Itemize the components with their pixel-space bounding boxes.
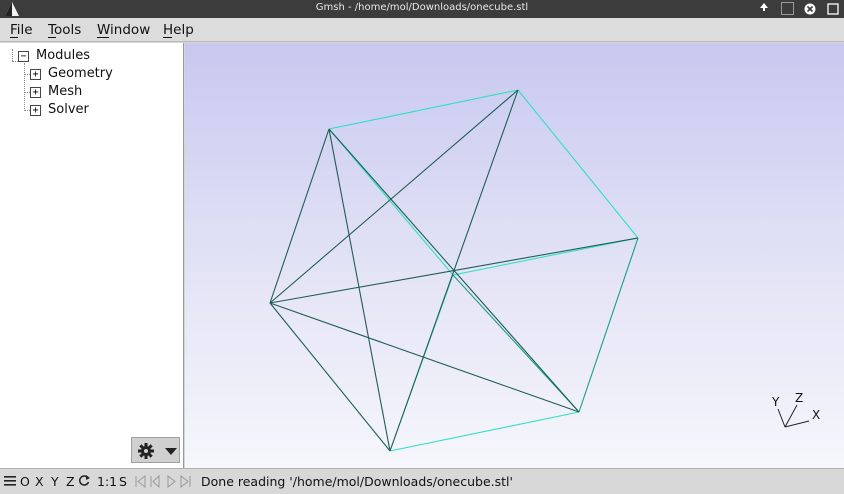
scale-button[interactable]: 1:1 [97,474,117,489]
cube-wireframe[interactable]: Y Z X [185,43,844,468]
tree-expand-toggle[interactable]: + [30,105,41,116]
view-o-button[interactable]: O [20,474,30,489]
rotate-icon[interactable] [78,474,91,487]
hamburger-icon[interactable] [4,475,16,487]
title-bar: Gmsh - /home/mol/Downloads/onecube.stl [0,0,844,18]
tree-item-mesh[interactable]: Mesh [48,84,82,99]
cube-edge [269,302,391,452]
axis-label-z: Z [795,391,803,405]
accelerator-underline [97,37,109,38]
window-title: Gmsh - /home/mol/Downloads/onecube.stl [315,2,529,13]
status-message: Done reading '/home/mol/Downloads/onecub… [201,474,513,489]
restore-icon[interactable] [781,2,794,15]
module-tree: − Modules + Geometry + Mesh + Solver [0,43,184,468]
accelerator-underline [163,37,172,38]
accelerator-underline [10,37,18,38]
close-icon[interactable] [801,1,819,17]
graphics-viewport[interactable]: Y Z X [185,43,844,468]
tree-connector [24,63,25,111]
cube-edge [517,89,639,239]
cube-edge [328,128,454,276]
menu-bar: File Tools Window Help [0,18,844,42]
menu-help[interactable]: Help [163,22,194,38]
view-y-button[interactable]: Y [51,474,59,489]
tree-item-solver[interactable]: Solver [48,102,89,117]
cube-edge [328,128,391,452]
cube-edge [389,89,519,452]
cube-edge [578,237,639,413]
gear-icon [138,443,177,459]
maximize-icon[interactable] [824,1,842,17]
snapshot-s-button[interactable]: S [119,474,127,489]
play-icon [167,475,176,488]
tree-item-geometry[interactable]: Geometry [48,66,113,81]
options-menu-button[interactable] [131,437,180,463]
cube-edge [269,302,580,413]
status-bar: O X Y Z 1:1 S Done reading '/home/mol/Do… [0,468,844,494]
triangle-down-icon [165,448,177,455]
menu-file[interactable]: File [10,22,33,38]
axis-label-x: X [812,408,820,422]
tree-expand-toggle[interactable]: + [30,69,41,80]
cube-edge [328,89,519,130]
tree-collapse-toggle[interactable]: − [18,51,29,62]
cube-edge [452,274,580,413]
cube-edge [389,411,580,452]
accelerator-underline [48,37,56,38]
tree-connector [12,49,13,61]
menu-window[interactable]: Window [97,22,150,38]
animation-controls[interactable] [134,475,194,488]
axes-indicator [777,404,810,428]
menu-tools[interactable]: Tools [48,22,81,38]
cube-edge [452,237,639,276]
tree-item-modules[interactable]: Modules [36,48,90,63]
view-z-button[interactable]: Z [66,474,75,489]
cube-edge [269,128,330,304]
axis-label-y: Y [771,395,780,409]
up-arrow-icon[interactable] [755,1,773,17]
last-icon [180,475,189,488]
tree-expand-toggle[interactable]: + [30,87,41,98]
view-x-button[interactable]: X [35,474,44,489]
